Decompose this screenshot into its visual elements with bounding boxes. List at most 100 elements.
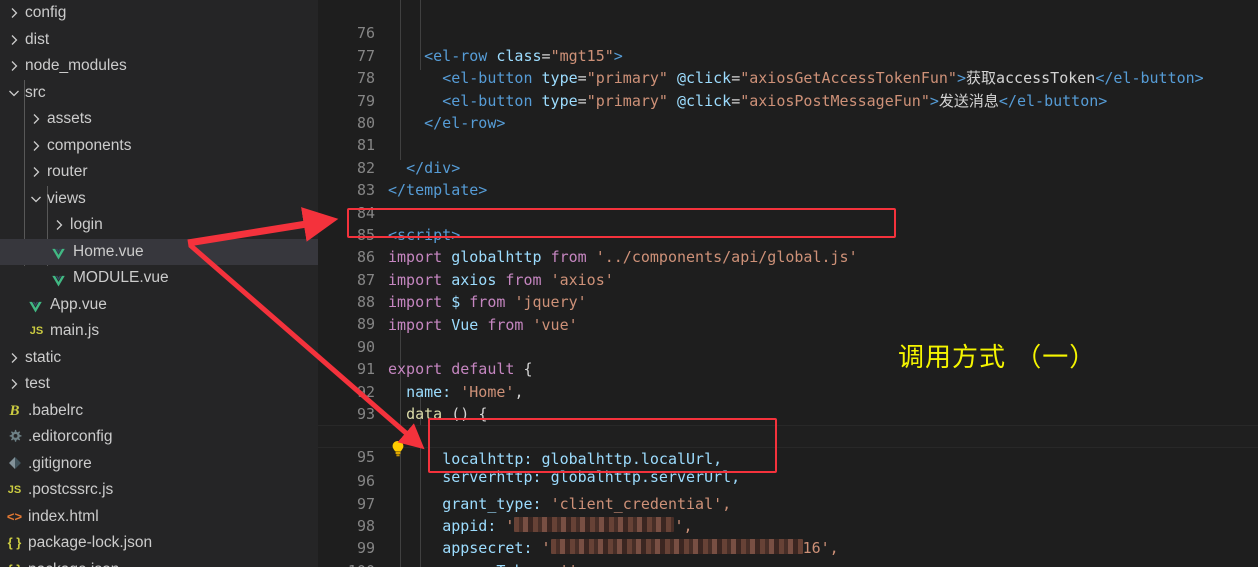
code-line[interactable]: 78 <el-button type="primary" @click="axi… [318, 45, 1258, 109]
sidebar-item-src[interactable]: src [0, 80, 318, 107]
sidebar-item-main-js[interactable]: JS main.js [0, 318, 318, 345]
sidebar-item-label: assets [47, 110, 92, 127]
sidebar-item-views[interactable]: views [0, 186, 318, 213]
code-line[interactable]: 91 name: 'Home', [318, 336, 1258, 400]
sidebar-item-static[interactable]: static [0, 345, 318, 372]
sidebar-item-label: config [25, 4, 67, 21]
sidebar-item-label: .postcssrc.js [28, 481, 114, 498]
sidebar-item-package-lock-json[interactable]: { } package-lock.json [0, 530, 318, 557]
json-file-icon: { } [7, 535, 22, 551]
sidebar-item-label: node_modules [25, 57, 127, 74]
vscode-window: config dist node_modules src assets comp… [0, 0, 1258, 567]
sidebar-item-label: Home.vue [73, 242, 144, 260]
code-line[interactable]: 87 import $ from 'jquery' [318, 246, 1258, 311]
sidebar-item-label: package-lock.json [28, 534, 153, 551]
js-file-icon: JS [7, 484, 22, 497]
json-file-icon: { } [6, 557, 23, 567]
token-property: accessToken: [442, 562, 550, 567]
sidebar-item-label: package.json [28, 557, 119, 567]
sidebar-item-label: login [70, 216, 103, 233]
sidebar-item-label: .editorconfig [28, 428, 113, 445]
chevron-down-icon [6, 85, 22, 101]
code-editor[interactable]: 76 <el-row class="mgt15"> 77 <el-button … [318, 0, 1258, 567]
code-line[interactable]: 100 openid: 'otBk',//微信用户openid [318, 537, 1258, 567]
sidebar-item-app-vue[interactable]: App.vue [0, 292, 318, 319]
sidebar-item-label: MODULE.vue [73, 269, 169, 286]
sidebar-item-editorconfig[interactable]: .editorconfig [0, 424, 318, 451]
code-line[interactable]: 88 import Vue from 'vue' [318, 269, 1258, 333]
sidebar-item-label: components [47, 136, 132, 154]
sidebar-item-label: dist [25, 30, 50, 48]
code-line[interactable]: 93 return { [318, 381, 1258, 445]
code-line[interactable]: 86 import axios from 'axios' [318, 224, 1258, 288]
js-file-icon: JS [29, 325, 44, 338]
chevron-right-icon [28, 164, 44, 180]
file-tree: config dist node_modules src assets comp… [0, 0, 318, 567]
sidebar-item-label: main.js [50, 322, 100, 339]
chevron-right-icon [28, 138, 44, 154]
token-string: '', [560, 562, 587, 567]
code-line[interactable]: 97 appid: ' ', [318, 470, 1258, 535]
line-number: 100 [318, 560, 375, 567]
vue-file-icon [28, 295, 45, 314]
lightbulb-icon[interactable] [390, 440, 405, 457]
vue-file-icon [51, 242, 68, 261]
sidebar-item-components[interactable]: components [0, 133, 318, 160]
chevron-right-icon [6, 376, 22, 392]
code-line[interactable]: 96 grant_type: 'client_credential', [318, 448, 1258, 512]
sidebar-item-index-html[interactable]: <> index.html [0, 504, 318, 531]
chevron-down-icon [28, 191, 44, 207]
chevron-right-icon [28, 111, 44, 127]
sidebar-item-label: .babelrc [28, 401, 84, 419]
chevron-right-icon [51, 217, 67, 233]
sidebar-item-test[interactable]: test [0, 371, 318, 398]
sidebar-item-config[interactable]: config [0, 0, 318, 27]
code-line[interactable]: 99 accessToken: '', [318, 515, 1258, 567]
sidebar-item-module-vue[interactable]: MODULE.vue [0, 265, 318, 292]
sidebar-item-dist[interactable]: dist [0, 27, 318, 54]
chevron-right-icon [6, 58, 22, 74]
code-line[interactable]: 79 </el-row> [318, 67, 1258, 132]
sidebar-item-label: index.html [28, 507, 99, 525]
code-line[interactable]: 81 </div> [318, 112, 1258, 176]
gear-icon [6, 424, 23, 450]
code-line[interactable]: 82 </template> [318, 134, 1258, 199]
sidebar-item-gitignore[interactable]: .gitignore [0, 451, 318, 478]
sidebar-item-label: test [25, 375, 50, 392]
sidebar-item-assets[interactable]: assets [0, 106, 318, 133]
vue-file-icon [51, 269, 68, 288]
code-line[interactable]: 76 <el-row class="mgt15"> [318, 0, 1258, 64]
sidebar-item-label: static [25, 348, 62, 366]
code-line[interactable]: 77 <el-button type="primary" @click="axi… [318, 22, 1258, 87]
code-lines[interactable]: 76 <el-row class="mgt15"> 77 <el-button … [318, 0, 1258, 567]
code-line[interactable]: 83 [318, 157, 1258, 199]
sidebar-item-label: .gitignore [28, 454, 92, 472]
sidebar-item-node-modules[interactable]: node_modules [0, 53, 318, 80]
code-line[interactable]: 84 <script> [318, 179, 1258, 244]
code-line[interactable]: 94 localhttp: globalhttp.localUrl, [318, 403, 1258, 467]
line-content: accessToken: '', [388, 560, 587, 567]
git-file-icon [6, 451, 23, 477]
chevron-right-icon [6, 350, 22, 366]
file-explorer-sidebar: config dist node_modules src assets comp… [0, 0, 318, 567]
sidebar-item-package-json[interactable]: { } package.json [0, 557, 318, 567]
code-line[interactable]: 89 [318, 291, 1258, 333]
code-line-current[interactable]: 95 serverhttp: globalhttp.serverUrl, [318, 425, 1258, 486]
sidebar-item-label: src [25, 83, 46, 101]
chevron-right-icon [6, 5, 22, 21]
code-line[interactable]: 92 data () { [318, 358, 1258, 423]
code-line[interactable]: 98 appsecret: ' 16', [318, 493, 1258, 557]
chevron-right-icon [6, 32, 22, 48]
callout-label: 调用方式 （一） [898, 343, 1097, 373]
sidebar-item-login[interactable]: login [0, 212, 318, 239]
sidebar-item-label: App.vue [50, 295, 107, 313]
babel-file-icon: B [9, 402, 20, 419]
code-line[interactable]: 85 import globalhttp from '../components… [318, 202, 1258, 266]
sidebar-item-postcssrc[interactable]: JS .postcssrc.js [0, 477, 318, 504]
sidebar-item-home-vue[interactable]: Home.vue [0, 238, 318, 265]
sidebar-item-router[interactable]: router [0, 159, 318, 186]
code-line[interactable]: 90 export default { [318, 313, 1258, 378]
code-line[interactable]: 80 [318, 90, 1258, 132]
sidebar-item-babelrc[interactable]: B .babelrc [0, 398, 318, 425]
html-file-icon: <> [6, 508, 23, 524]
